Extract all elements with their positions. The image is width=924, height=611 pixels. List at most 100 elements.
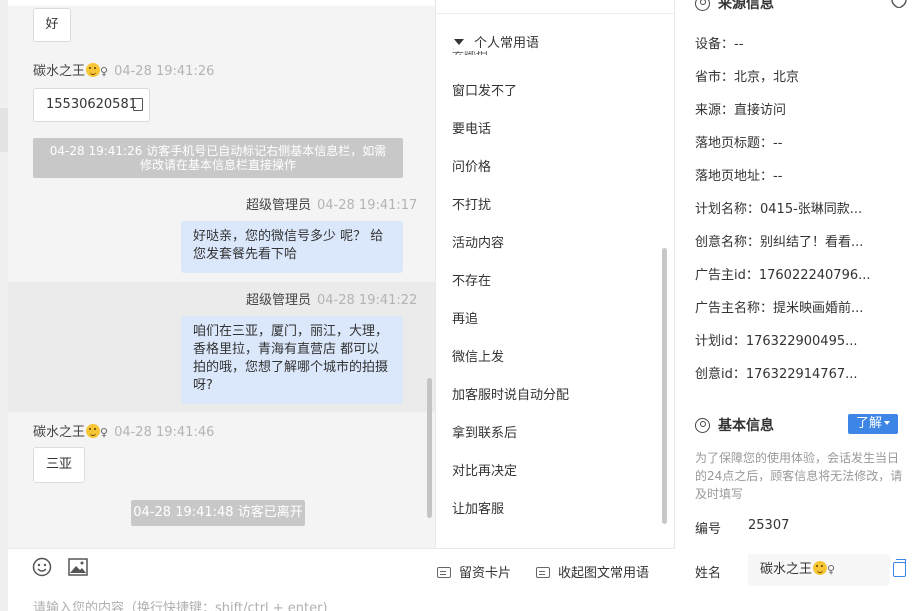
- message-icon: [536, 567, 550, 578]
- message-line: 呀?: [193, 378, 213, 393]
- system-notice-line: 04-28 19:41:48 访客已离开: [133, 505, 303, 520]
- name-label: 姓名: [695, 566, 722, 581]
- message-text: 好: [45, 17, 59, 32]
- edit-notice: 为了保障您的使用体验，会话发生当日的24点之后，顾客信息将无法修改，请及时填写: [695, 451, 903, 501]
- shield-icon[interactable]: [891, 0, 907, 8]
- phrase-item[interactable]: 让加客服: [452, 498, 504, 517]
- info-row-source: 来源：直接访问: [695, 103, 787, 118]
- message-meta: 碳水之王 ♀ 04-28 19:41:26: [33, 63, 214, 80]
- sender-name: 超级管理员: [246, 293, 312, 308]
- system-notice-line: 04-28 19:41:26 访客手机号已自动标记右侧基本信息栏，如需: [49, 144, 387, 158]
- system-notice-line: 修改请在基本信息栏直接操作: [139, 158, 296, 172]
- phrase-item[interactable]: 不存在: [452, 270, 491, 289]
- message-bubble[interactable]: 好哒亲，您的微信号多少 呢？ 给 您发套餐先看下哈: [181, 221, 403, 273]
- contact-card-button[interactable]: 留资卡片: [437, 562, 511, 581]
- card-icon: [437, 567, 451, 578]
- triangle-down-icon: [454, 39, 464, 45]
- message-time: 04-28 19:41:46: [114, 425, 215, 440]
- sender-name: 超级管理员: [246, 198, 312, 213]
- basic-info-title: 基本信息: [718, 418, 774, 434]
- learn-more-label: 了解: [855, 416, 882, 431]
- message-time: 04-28 19:41:22: [317, 293, 418, 308]
- smile-icon[interactable]: [32, 557, 52, 577]
- system-notice: 04-28 19:41:48 访客已离开: [131, 500, 305, 526]
- message-line: 拍的哦，您想了解哪个城市的拍摄: [193, 360, 389, 375]
- info-row-landing-url: 落地页地址：--: [695, 169, 783, 184]
- message-line: 香格里拉，青海有直营店 都可以: [193, 342, 380, 357]
- message-meta: 超级管理员 04-28 19:41:22: [246, 293, 417, 309]
- phrase-item[interactable]: 拿到联系后: [452, 422, 517, 441]
- user-icon: [695, 418, 710, 433]
- name-value: 碳水之王: [760, 562, 813, 577]
- sender-name: 碳水之王: [33, 64, 86, 79]
- emoji-icon: [813, 561, 828, 575]
- phrase-item[interactable]: 对比再决定: [452, 460, 517, 479]
- contact-card-label: 留资卡片: [459, 566, 512, 581]
- collapse-phrases-label: 收起图文常用语: [558, 566, 650, 581]
- input-toolbar: 留资卡片 收起图文常用语 请输入您的内容（换行快捷键：shift/ctrl + …: [8, 548, 675, 611]
- copy-icon[interactable]: [893, 559, 906, 577]
- message-text: 15530620581: [46, 97, 137, 112]
- phrase-item[interactable]: 加客服时说自动分配: [452, 384, 569, 403]
- message-bubble[interactable]: 三亚: [33, 447, 85, 483]
- message-input[interactable]: 请输入您的内容（换行快捷键：shift/ctrl + enter): [33, 597, 328, 611]
- message-time: 04-28 19:41:26: [114, 64, 215, 79]
- source-info-header: 来源信息: [695, 0, 774, 13]
- left-edge-notch: [0, 108, 8, 152]
- phrase-group-title: 个人常用语: [474, 36, 540, 51]
- info-row-advertiser-id: 广告主id：176022240796...: [695, 268, 871, 283]
- phrase-group-header[interactable]: 个人常用语: [454, 32, 546, 51]
- phrase-item[interactable]: 要电话: [452, 118, 491, 137]
- phrase-item[interactable]: 活动内容: [452, 232, 504, 251]
- female-icon: ♀: [100, 426, 109, 439]
- basic-info-header: 基本信息: [695, 415, 774, 435]
- phrase-item[interactable]: 问价格: [452, 156, 491, 175]
- info-row-plan-id: 计划id：176322900495...: [695, 334, 858, 349]
- message-meta: 超级管理员 04-28 19:41:17: [246, 198, 417, 214]
- learn-more-dropdown[interactable]: 了解: [848, 414, 898, 434]
- message-line: 好哒亲，您的微信号多少 呢？ 给: [193, 229, 384, 244]
- id-value: 25307: [748, 518, 790, 533]
- phrase-item[interactable]: 再追: [452, 308, 478, 327]
- system-notice: 04-28 19:41:26 访客手机号已自动标记右侧基本信息栏，如需 修改请在…: [33, 138, 403, 178]
- message-bubble[interactable]: 好: [33, 8, 71, 42]
- female-icon: ♀: [100, 65, 109, 78]
- source-info-title: 来源信息: [718, 0, 774, 12]
- phrase-item[interactable]: 微信上发: [452, 346, 504, 365]
- location-icon: [695, 0, 710, 11]
- info-row-plan-name: 计划名称：0415-张琳同款...: [695, 202, 863, 217]
- caret-down-icon: [884, 421, 890, 425]
- visitor-info-panel: 来源信息 设备：-- 省市：北京，北京 来源：直接访问 落地页标题：-- 落地页…: [675, 0, 924, 611]
- info-row-creative-id: 创意id：176322914767...: [695, 367, 858, 382]
- phrase-scrollbar[interactable]: [662, 248, 667, 524]
- sender-name: 碳水之王: [33, 425, 86, 440]
- left-edge-strip: [0, 0, 8, 611]
- chat-top-bar: [8, 0, 435, 6]
- id-label: 编号: [695, 522, 722, 537]
- message-bubble[interactable]: 咱们在三亚，厦门，丽江，大理， 香格里拉，青海有直营店 都可以 拍的哦，您想了解…: [181, 316, 403, 404]
- phrase-item[interactable]: 窗口发不了: [452, 80, 517, 99]
- emoji-icon: [86, 424, 101, 438]
- info-row-device: 设备：--: [695, 37, 744, 52]
- chat-panel: 好 碳水之王 ♀ 04-28 19:41:26 15530620581 04-28 …: [0, 0, 435, 611]
- message-line: 咱们在三亚，厦门，丽江，大理，: [193, 324, 389, 339]
- message-time: 04-28 19:41:17: [317, 198, 418, 213]
- name-field[interactable]: 碳水之王 ♀: [748, 554, 890, 586]
- copy-icon[interactable]: [133, 98, 143, 111]
- message-text: 三亚: [45, 457, 72, 472]
- image-icon[interactable]: [68, 558, 88, 576]
- info-row-landing-title: 落地页标题：--: [695, 136, 783, 151]
- message-meta: 碳水之王 ♀ 04-28 19:41:46: [33, 424, 214, 441]
- collapse-phrases-button[interactable]: 收起图文常用语: [536, 562, 649, 581]
- info-row-creative-name: 创意名称：别纠结了！看看...: [695, 235, 864, 250]
- message-bubble[interactable]: 15530620581: [33, 88, 150, 122]
- message-list[interactable]: 好 碳水之王 ♀ 04-28 19:41:26 15530620581 04-28 …: [8, 0, 435, 548]
- info-row-region: 省市：北京，北京: [695, 70, 800, 85]
- chat-scrollbar[interactable]: [427, 378, 432, 518]
- phrase-panel: 去哪拍 个人常用语 窗口发不了 要电话 问价格 不打扰 活动内容 不存在 再追 …: [435, 0, 676, 548]
- message-line: 您发套餐先看下哈: [193, 247, 298, 262]
- emoji-icon: [86, 63, 101, 77]
- phrase-panel-divider: [436, 13, 676, 14]
- phrase-item[interactable]: 不打扰: [452, 194, 491, 213]
- info-row-advertiser-name: 广告主名称：提米映画婚前...: [695, 301, 864, 316]
